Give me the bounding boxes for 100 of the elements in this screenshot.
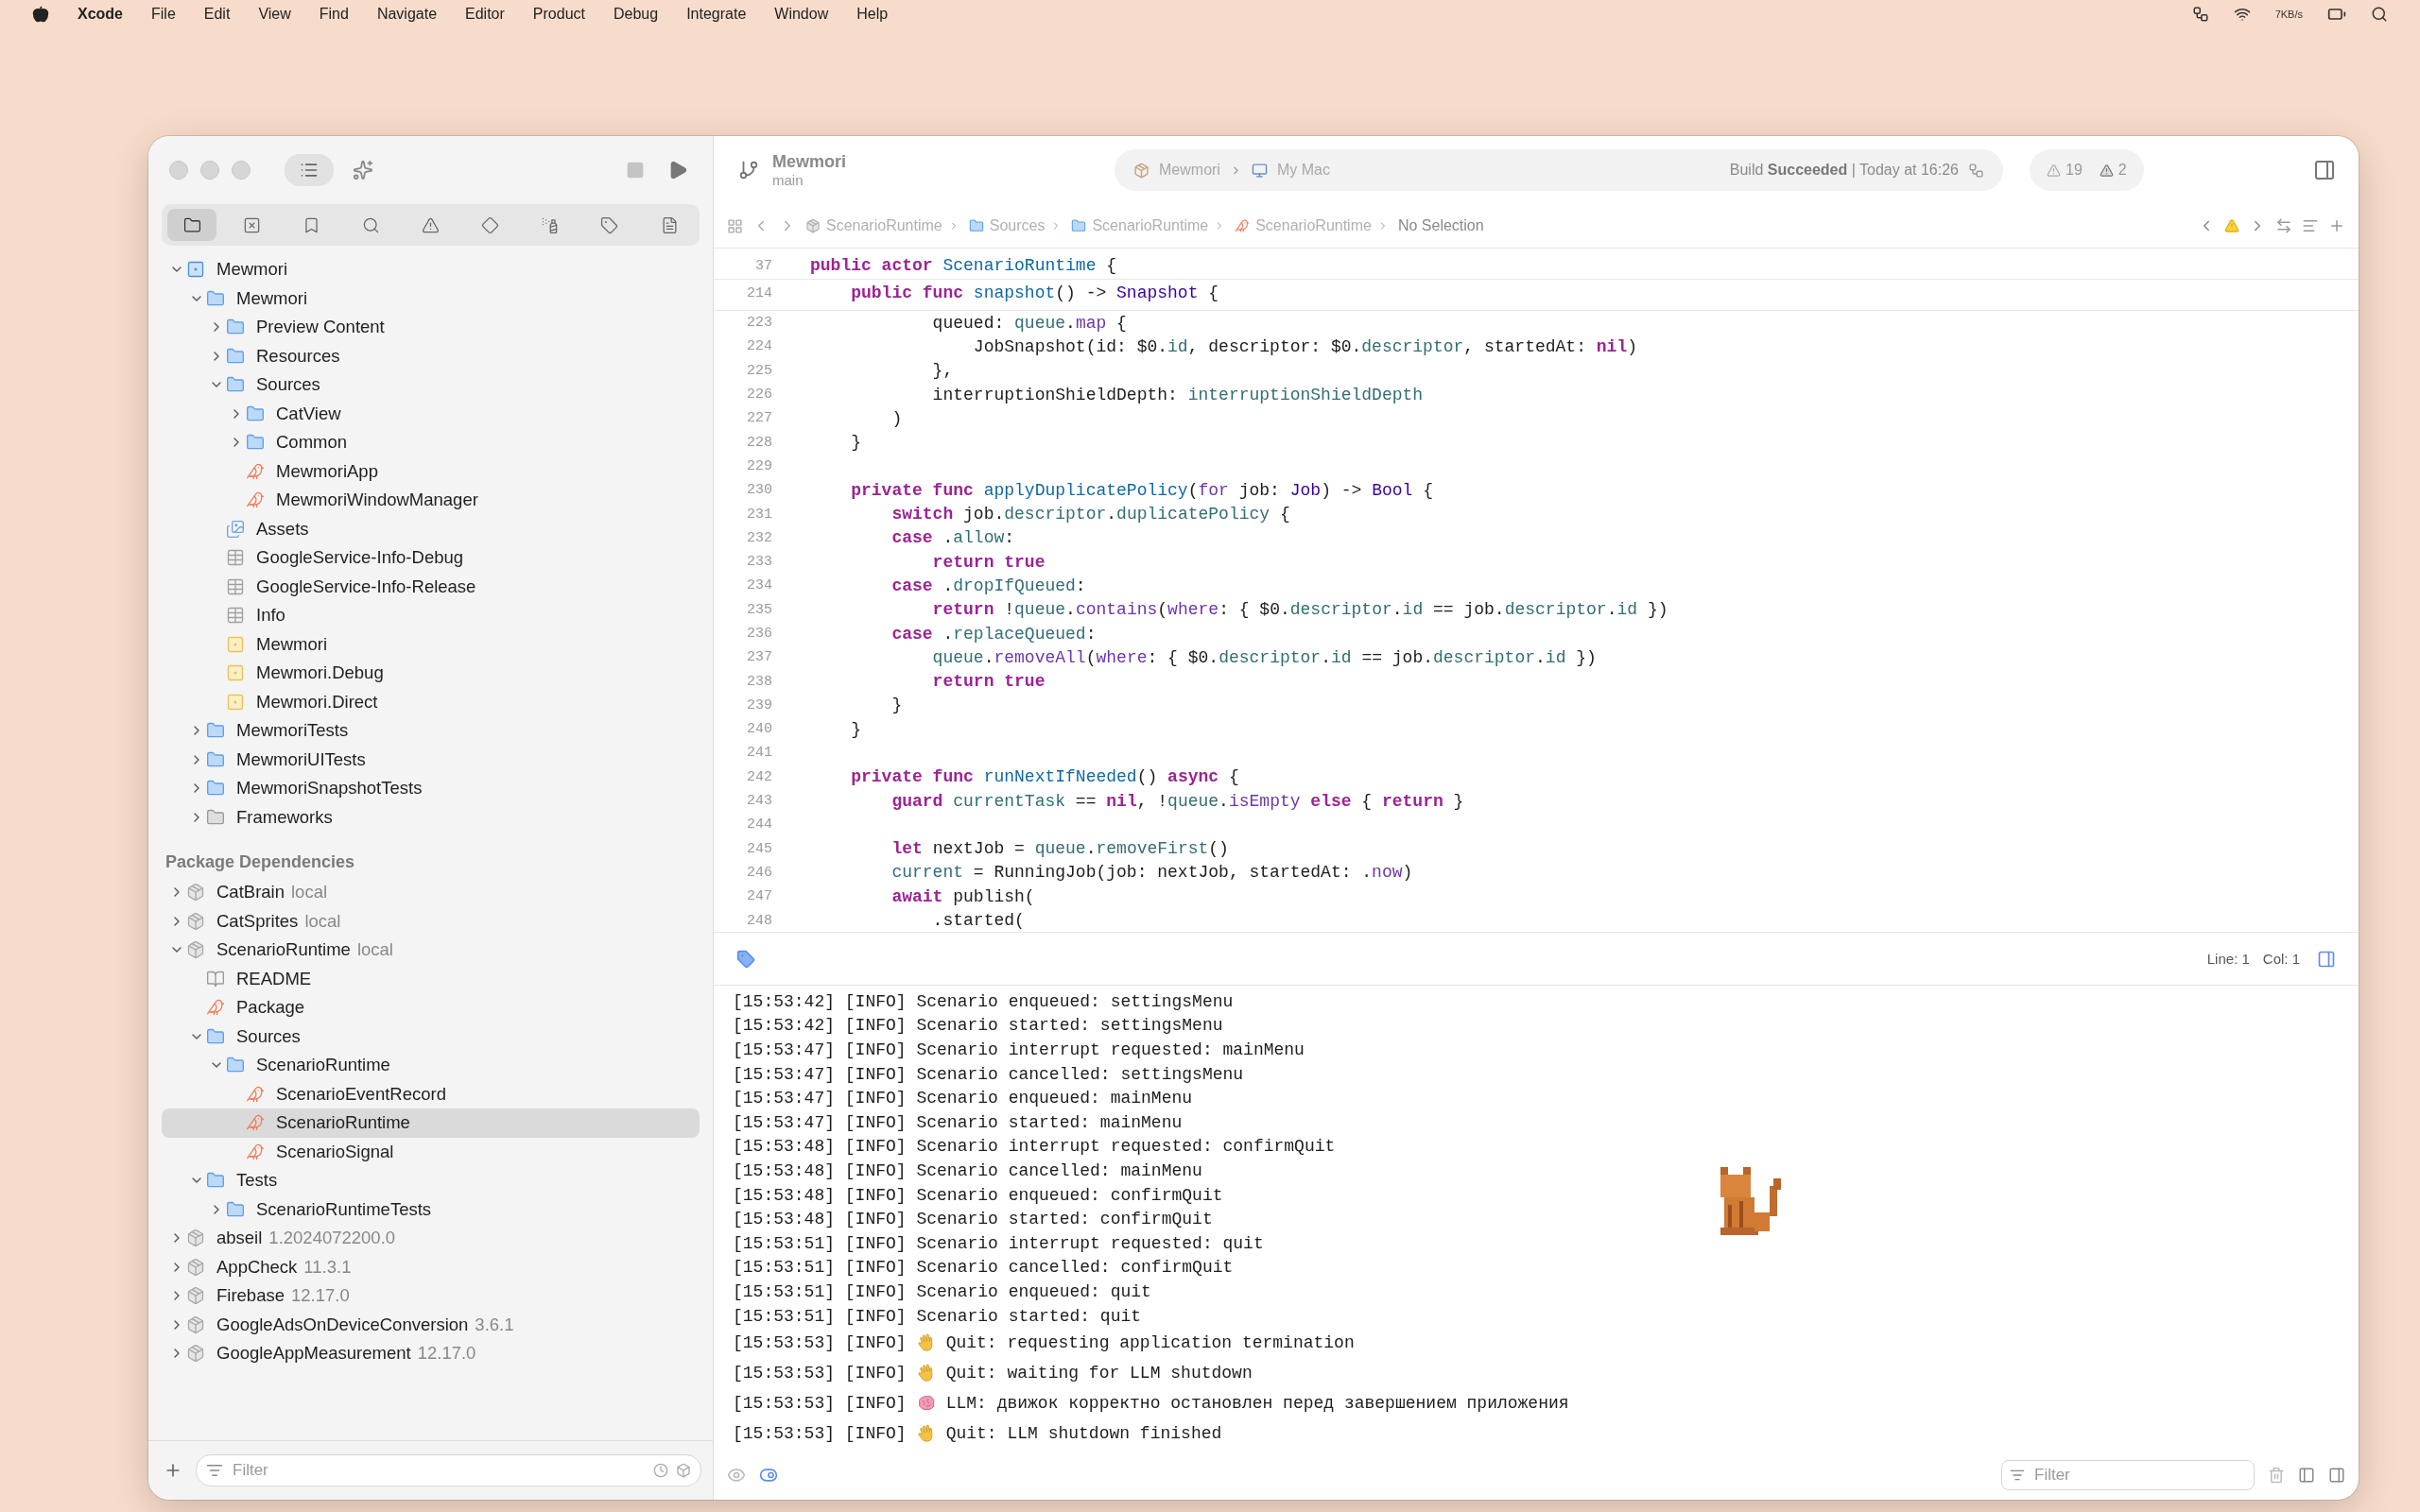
file-tree-item[interactable]: Mewmori bbox=[162, 284, 700, 313]
folder-icon bbox=[968, 218, 984, 233]
bird-icon bbox=[1235, 218, 1251, 233]
grid-icon[interactable] bbox=[727, 217, 743, 234]
navigator-tab[interactable] bbox=[167, 209, 216, 241]
menu-item[interactable]: Find bbox=[319, 6, 349, 23]
filter-input[interactable]: Filter bbox=[231, 1460, 646, 1481]
path-item[interactable]: No Selection bbox=[1397, 217, 1484, 234]
navigator-toggle-button[interactable] bbox=[285, 154, 334, 186]
file-tree-item[interactable]: CatBrain local bbox=[162, 878, 700, 907]
file-tree-item[interactable]: Resources bbox=[162, 341, 700, 370]
add-icon[interactable] bbox=[2328, 217, 2345, 234]
line-number: 246 bbox=[746, 864, 772, 881]
file-tree-item[interactable]: MewmoriTests bbox=[162, 716, 700, 746]
panel-right-icon bbox=[2313, 159, 2336, 181]
arrows-icon[interactable] bbox=[2275, 217, 2292, 234]
menu-item[interactable]: Edit bbox=[203, 6, 231, 23]
file-tree-item[interactable]: ScenarioRuntime bbox=[162, 1108, 700, 1138]
panel-right-icon[interactable] bbox=[2328, 1467, 2345, 1484]
file-tree-item[interactable]: Package bbox=[162, 993, 700, 1022]
network-speed: 7KB/s bbox=[2274, 9, 2303, 20]
menu-item[interactable]: Navigate bbox=[376, 6, 438, 23]
menu-item[interactable]: Help bbox=[856, 6, 889, 23]
file-tree-item[interactable]: Frameworks bbox=[162, 802, 700, 832]
menu-item[interactable]: Window bbox=[774, 6, 829, 23]
filter-field[interactable]: Filter bbox=[196, 1454, 701, 1486]
file-tree-item[interactable]: GoogleService-Info-Debug bbox=[162, 543, 700, 573]
panel-left-icon[interactable] bbox=[2298, 1467, 2315, 1484]
box-icon[interactable] bbox=[676, 1463, 691, 1478]
file-tree-item[interactable]: GoogleService-Info-Release bbox=[162, 572, 700, 601]
status-icon[interactable] bbox=[2191, 6, 2209, 23]
file-tree-item[interactable]: Sources bbox=[162, 1022, 700, 1051]
code-line: public actor ScenarioRuntime { bbox=[810, 256, 1117, 275]
file-tree-item[interactable]: README bbox=[162, 964, 700, 993]
log-line: [15:53:48] [INFO] Scenario started: confirmQuit bbox=[733, 1210, 1213, 1229]
console-filter-field[interactable]: Filter bbox=[2001, 1460, 2255, 1490]
menu-item[interactable]: File bbox=[151, 6, 176, 23]
menu-item[interactable]: Integrate bbox=[686, 6, 747, 23]
file-tree-item[interactable]: Assets bbox=[162, 514, 700, 543]
lines-icon[interactable] bbox=[2302, 217, 2319, 234]
line-number: 238 bbox=[746, 673, 772, 690]
bird-icon bbox=[246, 1113, 265, 1133]
file-tree-item[interactable]: Info bbox=[162, 601, 700, 630]
file-tree-item[interactable]: Common bbox=[162, 428, 700, 457]
file-tree-item[interactable]: ScenarioRuntime local bbox=[162, 936, 700, 965]
file-tree-item[interactable]: ScenarioRuntime bbox=[162, 1051, 700, 1080]
code-line: queue.removeAll(where: { $0.descriptor.id == job.descriptor.id }) bbox=[931, 647, 1597, 667]
workflow-icon[interactable] bbox=[1968, 162, 1984, 179]
menu-item[interactable]: View bbox=[258, 6, 291, 23]
code-line: JobSnapshot(id: $0.id, descriptor: $0.descriptor, startedAt: nil) bbox=[972, 336, 1637, 356]
log-line: [15:53:51] [INFO] Scenario enqueued: quit bbox=[733, 1281, 1151, 1301]
code-line: queued: queue.map { bbox=[931, 313, 1127, 333]
line-number: 229 bbox=[746, 457, 772, 474]
branch-name: main bbox=[772, 171, 804, 188]
apple-logo-icon[interactable] bbox=[32, 6, 49, 23]
file-tree-item[interactable]: GoogleAppMeasurement 12.17.0 bbox=[162, 1339, 700, 1368]
file-tree-item[interactable]: Mewmori.Direct bbox=[162, 687, 700, 716]
line-number: 242 bbox=[746, 768, 772, 785]
file-tree-item[interactable]: ScenarioSignal bbox=[162, 1137, 700, 1166]
log-line: [15:53:47] [INFO] Scenario started: mainMenu bbox=[733, 1112, 1183, 1132]
file-tree-item[interactable]: MewmoriSnapshotTests bbox=[162, 774, 700, 803]
clock-icon[interactable] bbox=[653, 1463, 668, 1478]
file-tree-item[interactable]: Mewmori.Debug bbox=[162, 659, 700, 688]
search-icon[interactable] bbox=[2371, 6, 2388, 23]
file-tree-item[interactable]: MewmoriUITests bbox=[162, 745, 700, 774]
code-line: switch job.descriptor.duplicatePolicy { bbox=[890, 505, 1290, 524]
package-icon bbox=[186, 1286, 205, 1306]
file-tree-item[interactable]: Mewmori bbox=[162, 255, 700, 284]
file-tree-item[interactable]: CatView bbox=[162, 399, 700, 428]
file-tree-item[interactable]: Mewmori bbox=[162, 629, 700, 659]
file-tree-item[interactable]: AppCheck 11.3.1 bbox=[162, 1252, 700, 1281]
file-tree-item[interactable]: Tests bbox=[162, 1166, 700, 1195]
filter-input[interactable]: Filter bbox=[2032, 1465, 2246, 1486]
book-icon bbox=[206, 969, 225, 988]
file-tree-item[interactable]: Preview Content bbox=[162, 313, 700, 342]
code-line: guard currentTask == nil, !queue.isEmpty else { return } bbox=[890, 791, 1464, 811]
menu-item[interactable]: Xcode bbox=[78, 6, 123, 23]
file-tree-item[interactable]: ScenarioRuntimeTests bbox=[162, 1194, 700, 1224]
line-number: 227 bbox=[746, 410, 772, 427]
file-tree-item[interactable]: MewmoriWindowManager bbox=[162, 486, 700, 515]
file-tree-item[interactable]: Firebase 12.17.0 bbox=[162, 1281, 700, 1311]
wifi-icon[interactable] bbox=[2233, 6, 2251, 23]
file-tree-item[interactable]: ScenarioEventRecord bbox=[162, 1079, 700, 1108]
menu-item[interactable]: Editor bbox=[465, 6, 505, 23]
file-tree-item[interactable]: Sources bbox=[162, 370, 700, 400]
code-line: private func runNextIfNeeded() async { bbox=[850, 767, 1239, 787]
file-tree-item[interactable]: abseil 1.2024072200.0 bbox=[162, 1224, 700, 1253]
table-icon bbox=[226, 548, 245, 568]
line-number: 247 bbox=[746, 888, 772, 905]
file-tree-item[interactable]: CatSprites local bbox=[162, 906, 700, 936]
bird-icon bbox=[246, 1142, 265, 1161]
package-version: 3.6.1 bbox=[475, 1314, 514, 1335]
file-tree-item[interactable]: GoogleAdsOnDeviceConversion 3.6.1 bbox=[162, 1310, 700, 1339]
file-tree-item[interactable]: MewmoriApp bbox=[162, 456, 700, 486]
images-icon bbox=[226, 519, 245, 539]
menu-item[interactable]: Product bbox=[532, 6, 585, 23]
menu-item[interactable]: Debug bbox=[614, 6, 659, 23]
panel-right-icon bbox=[2317, 949, 2336, 969]
log-line: [15:53:51] [INFO] Scenario cancelled: confirmQuit bbox=[733, 1258, 1234, 1278]
toggle-icon[interactable] bbox=[759, 1466, 778, 1485]
